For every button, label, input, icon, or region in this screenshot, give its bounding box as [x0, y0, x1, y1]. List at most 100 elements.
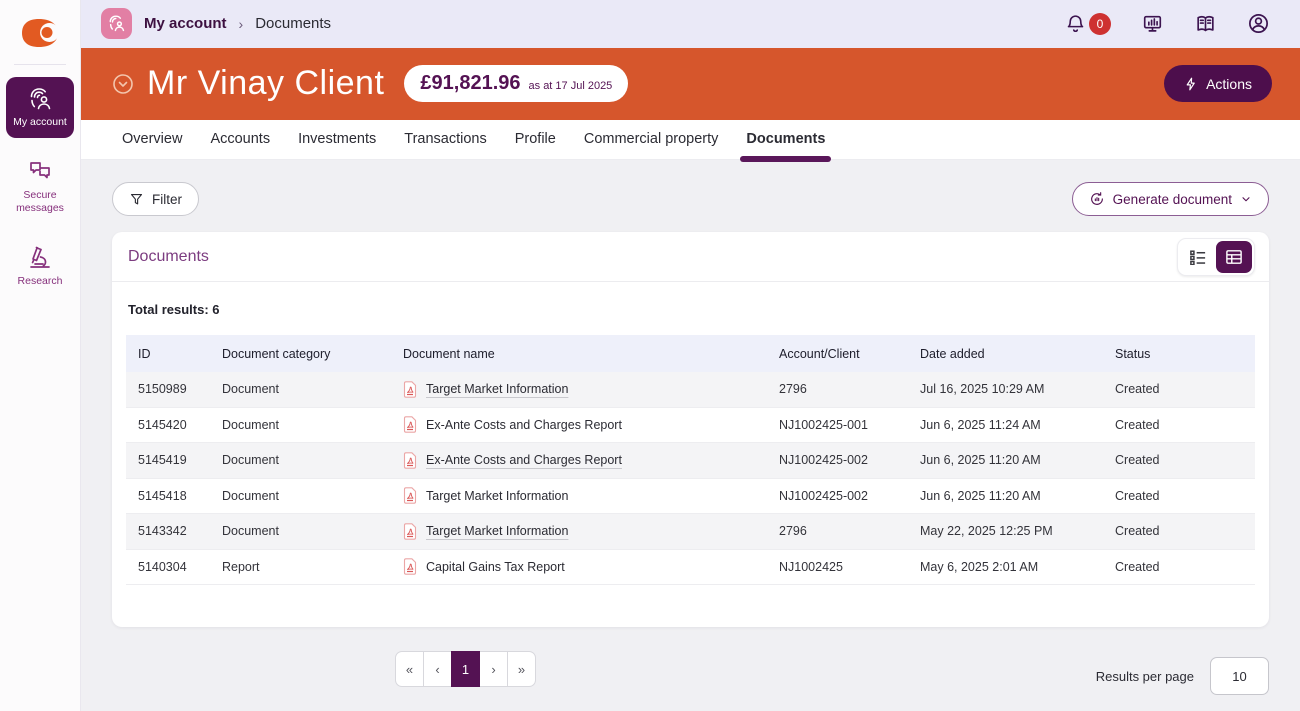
- cell-status: Created: [1103, 382, 1255, 396]
- breadcrumb: My account › Documents: [101, 8, 331, 39]
- sidebar-item-label: Secure messages: [8, 189, 72, 215]
- sidebar-item-label: My account: [13, 116, 67, 129]
- document-name-link[interactable]: Capital Gains Tax Report: [426, 560, 565, 574]
- chat-bubbles-icon: [27, 159, 53, 185]
- fingerprint-person-icon: [27, 86, 53, 112]
- pdf-file-icon: [403, 523, 417, 540]
- list-view-button[interactable]: [1180, 241, 1216, 273]
- cell-category: Document: [210, 489, 391, 503]
- table-row: 5145420 Document Ex-Ante Costs and Charg…: [126, 408, 1255, 444]
- funnel-icon: [129, 192, 144, 207]
- cell-account: NJ1002425-001: [767, 418, 908, 432]
- cell-status: Created: [1103, 560, 1255, 574]
- pagination: « ‹ 1 › »: [395, 651, 536, 687]
- filter-button[interactable]: Filter: [112, 182, 199, 216]
- table-row: 5140304 Report Capital Gains Tax Report …: [126, 550, 1255, 586]
- sidebar: My account Secure messages Research: [0, 0, 81, 711]
- topbar-icons: 0: [1065, 12, 1270, 35]
- card-title: Documents: [128, 248, 209, 266]
- value-as-at-date: as at 17 Jul 2025: [529, 68, 613, 105]
- client-banner: Mr Vinay Client £91,821.96 as at 17 Jul …: [81, 48, 1300, 120]
- pagination-prev-button[interactable]: ‹: [423, 651, 452, 687]
- cell-category: Document: [210, 418, 391, 432]
- cell-id: 5145420: [126, 418, 210, 432]
- topbar: My account › Documents 0: [81, 0, 1300, 48]
- cell-date: May 22, 2025 12:25 PM: [908, 524, 1103, 538]
- cell-id: 5143342: [126, 524, 210, 538]
- sidebar-item-label: Research: [18, 275, 63, 288]
- column-header-id: ID: [126, 347, 210, 361]
- breadcrumb-page: Documents: [255, 15, 331, 32]
- breadcrumb-separator-icon: ›: [239, 16, 244, 32]
- cell-status: Created: [1103, 524, 1255, 538]
- tab-label: Investments: [298, 131, 376, 147]
- notifications-button[interactable]: 0: [1065, 13, 1111, 35]
- table-view-icon: [1225, 249, 1243, 265]
- library-button[interactable]: [1194, 13, 1217, 35]
- cell-id: 5140304: [126, 560, 210, 574]
- pagination-next-button[interactable]: ›: [479, 651, 508, 687]
- tab-profile[interactable]: Profile: [513, 120, 558, 159]
- table-header-row: ID Document category Document name Accou…: [126, 335, 1255, 372]
- table-row: 5145418 Document Target Market Informati…: [126, 479, 1255, 515]
- table-view-button[interactable]: [1216, 241, 1252, 273]
- toolbar: Filter Generate document: [112, 182, 1269, 216]
- sidebar-item-my-account[interactable]: My account: [6, 77, 74, 138]
- cell-category: Document: [210, 524, 391, 538]
- cell-status: Created: [1103, 489, 1255, 503]
- microscope-icon: [27, 245, 53, 271]
- results-per-page-select[interactable]: 10: [1210, 657, 1269, 695]
- cell-date: Jun 6, 2025 11:20 AM: [908, 489, 1103, 503]
- tab-label: Documents: [746, 131, 825, 147]
- pagination-first-button[interactable]: «: [395, 651, 424, 687]
- cell-status: Created: [1103, 418, 1255, 432]
- document-name-link[interactable]: Ex-Ante Costs and Charges Report: [426, 418, 622, 432]
- pdf-file-icon: [403, 452, 417, 469]
- table-row: 5145419 Document Ex-Ante Costs and Charg…: [126, 443, 1255, 479]
- dashboard-button[interactable]: [1141, 13, 1164, 35]
- tab-label: Overview: [122, 131, 182, 147]
- list-view-icon: [1189, 249, 1207, 265]
- tab-transactions[interactable]: Transactions: [402, 120, 488, 159]
- pdf-file-icon: [403, 558, 417, 575]
- collapse-chevron-icon[interactable]: [111, 72, 135, 96]
- documents-card-header: Documents: [112, 232, 1269, 282]
- tab-investments[interactable]: Investments: [296, 120, 378, 159]
- actions-button[interactable]: Actions: [1164, 65, 1272, 102]
- cell-category: Report: [210, 560, 391, 574]
- column-header-date: Date added: [908, 347, 1103, 361]
- generate-report-icon: [1089, 191, 1105, 207]
- cell-id: 5145419: [126, 453, 210, 467]
- sidebar-item-secure-messages[interactable]: Secure messages: [6, 150, 74, 224]
- profile-button[interactable]: [1247, 12, 1270, 35]
- client-name: Mr Vinay Client: [147, 64, 384, 103]
- tab-commercial-property[interactable]: Commercial property: [582, 120, 721, 159]
- tab-accounts[interactable]: Accounts: [208, 120, 272, 159]
- document-name-link[interactable]: Target Market Information: [426, 489, 568, 503]
- pagination-last-button[interactable]: »: [507, 651, 536, 687]
- pagination-row: « ‹ 1 › » Results per page 10: [112, 651, 1269, 711]
- cell-account: NJ1002425-002: [767, 489, 908, 503]
- filter-button-label: Filter: [152, 192, 182, 207]
- total-results: Total results: 6: [128, 302, 1255, 317]
- document-name-link[interactable]: Target Market Information: [426, 382, 568, 396]
- main-area: My account › Documents 0: [81, 0, 1300, 711]
- lightning-icon: [1184, 76, 1198, 92]
- client-tabs: Overview Accounts Investments Transactio…: [81, 120, 1300, 160]
- column-header-category: Document category: [210, 347, 391, 361]
- tab-label: Commercial property: [584, 131, 719, 147]
- tab-overview[interactable]: Overview: [120, 120, 184, 159]
- document-name-link[interactable]: Target Market Information: [426, 524, 568, 538]
- notification-count-badge: 0: [1089, 13, 1111, 35]
- view-toggle-group: [1177, 238, 1255, 276]
- pdf-file-icon: [403, 487, 417, 504]
- tab-label: Transactions: [404, 131, 486, 147]
- sidebar-item-research[interactable]: Research: [6, 236, 74, 297]
- cell-date: Jul 16, 2025 10:29 AM: [908, 382, 1103, 396]
- sidebar-divider: [14, 64, 66, 65]
- tab-documents[interactable]: Documents: [744, 120, 827, 159]
- generate-document-button[interactable]: Generate document: [1072, 182, 1269, 216]
- breadcrumb-section[interactable]: My account: [144, 15, 227, 32]
- document-name-link[interactable]: Ex-Ante Costs and Charges Report: [426, 453, 622, 467]
- pagination-page-1-button[interactable]: 1: [451, 651, 480, 687]
